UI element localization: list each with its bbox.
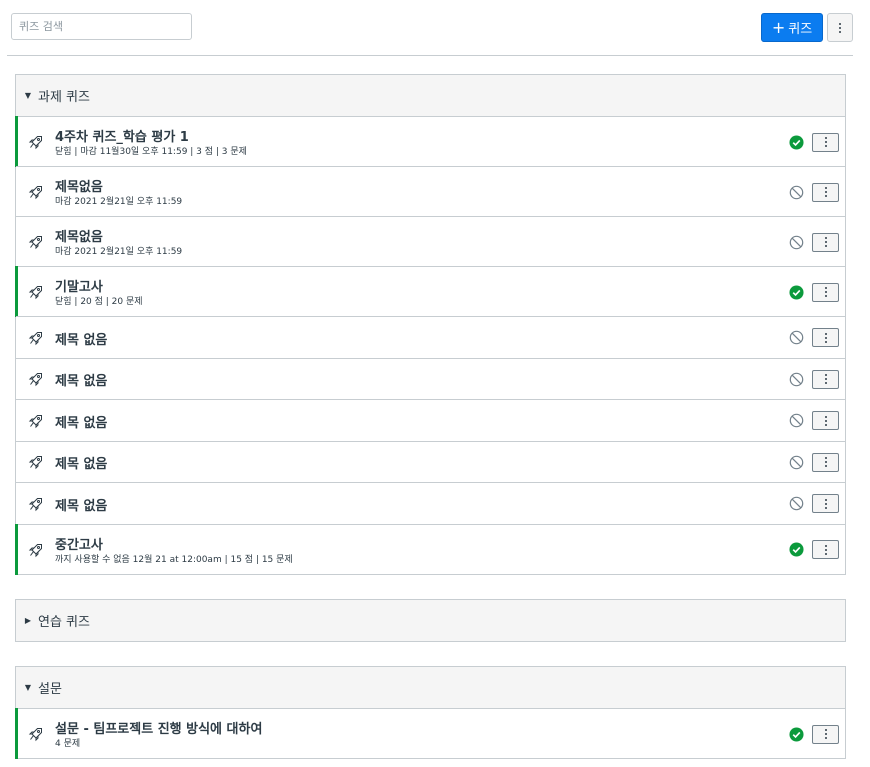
section-title: 설문 xyxy=(38,682,62,697)
kebab-icon xyxy=(824,137,827,147)
unpublished-ban-icon[interactable] xyxy=(789,496,804,511)
quiz-section: ▼ 설문설문 - 팀프로젝트 진행 방식에 대하여 4 문제 xyxy=(15,666,846,759)
quiz-meta: 마감 2021 2월21일 오후 11:59 xyxy=(55,197,183,207)
quiz-options-button[interactable] xyxy=(812,182,839,202)
caret-right-icon: ▶ xyxy=(24,616,32,625)
quiz-row[interactable]: 설문 - 팀프로젝트 진행 방식에 대하여 4 문제 xyxy=(15,708,845,759)
kebab-icon xyxy=(824,332,827,343)
unpublished-ban-icon[interactable] xyxy=(789,413,804,428)
kebab-icon xyxy=(824,237,827,247)
rocket-quiz-icon xyxy=(28,330,44,346)
rocket-quiz-icon xyxy=(28,371,44,387)
more-options-button[interactable] xyxy=(827,13,853,42)
unpublished-ban-icon[interactable] xyxy=(789,330,804,345)
rocket-quiz-icon xyxy=(28,542,44,558)
quiz-options-button[interactable] xyxy=(812,494,839,514)
plus-icon: + xyxy=(771,17,786,37)
rocket-quiz-icon xyxy=(28,284,44,300)
unpublished-ban-icon[interactable] xyxy=(789,235,804,250)
quiz-meta: 4 문제 xyxy=(55,739,81,749)
kebab-icon xyxy=(839,22,841,33)
quiz-row[interactable]: 제목없음마감 2021 2월21일 오후 11:59 xyxy=(16,166,845,216)
kebab-icon xyxy=(824,729,827,739)
quiz-title-link[interactable]: 설문 - 팀프로젝트 진행 방식에 대하여 xyxy=(55,718,262,737)
section-header[interactable]: ▼ 설문 xyxy=(16,667,845,708)
quiz-meta: 닫힘 | 마감 11월30일 오후 11:59 | 3 점 | 3 문제 xyxy=(55,147,247,157)
quiz-row[interactable]: 중간고사 까지 사용할 수 없음 12월 21 at 12:00am | 15 점… xyxy=(15,523,845,575)
kebab-icon xyxy=(824,187,827,197)
quiz-options-button[interactable] xyxy=(812,132,839,152)
quiz-section: ▼ 과제 퀴즈 4주차 퀴즈_학습 평가 1 닫힘 | 마감 11월30일 오후 11… xyxy=(15,74,846,575)
quiz-row[interactable]: 4주차 퀴즈_학습 평가 1 닫힘 | 마감 11월30일 오후 11:59 | … xyxy=(15,116,845,167)
quiz-row[interactable]: 기말고사닫힘 | 20 점 | 20 문제 xyxy=(15,266,845,317)
rocket-quiz-icon xyxy=(28,496,44,512)
section-title: 과제 퀴즈 xyxy=(38,90,90,105)
kebab-icon xyxy=(824,544,827,555)
quiz-meta: 마감 2021 2월21일 오후 11:59 xyxy=(55,247,183,257)
quiz-title-link[interactable]: 기말고사 xyxy=(55,276,103,295)
rocket-quiz-icon xyxy=(28,134,44,150)
quiz-options-button[interactable] xyxy=(812,369,839,389)
add-quiz-button[interactable]: + 퀴즈 xyxy=(761,13,823,42)
kebab-icon xyxy=(824,457,827,468)
kebab-icon xyxy=(824,498,827,509)
rocket-quiz-icon xyxy=(28,184,44,200)
quiz-title-link[interactable]: 제목 없음 xyxy=(55,495,107,514)
kebab-icon xyxy=(824,374,827,385)
quiz-row[interactable]: 제목 없음 xyxy=(16,440,845,482)
rocket-quiz-icon xyxy=(28,454,44,470)
quiz-title-link[interactable]: 제목 없음 xyxy=(55,412,107,431)
add-quiz-label: 퀴즈 xyxy=(788,22,813,37)
quiz-title-link[interactable]: 제목없음 xyxy=(55,176,103,195)
quiz-meta: 닫힘 | 20 점 | 20 문제 xyxy=(55,297,143,307)
quiz-options-button[interactable] xyxy=(812,724,839,744)
quiz-options-button[interactable] xyxy=(812,328,839,348)
quiz-row[interactable]: 제목 없음 xyxy=(16,316,845,358)
quiz-row[interactable]: 제목 없음 xyxy=(16,482,845,524)
caret-down-icon: ▼ xyxy=(24,91,32,100)
quiz-title-link[interactable]: 제목 없음 xyxy=(55,370,107,389)
published-check-icon[interactable] xyxy=(789,284,804,300)
quiz-section: ▶ 연습 퀴즈 xyxy=(15,599,846,642)
quiz-row[interactable]: 제목 없음 xyxy=(16,357,845,399)
quiz-row[interactable]: 제목 없음 xyxy=(16,399,845,441)
quiz-options-button[interactable] xyxy=(812,411,839,431)
quiz-options-button[interactable] xyxy=(812,282,839,302)
published-check-icon[interactable] xyxy=(789,542,804,557)
unpublished-ban-icon[interactable] xyxy=(789,372,804,387)
toolbar-divider xyxy=(7,55,853,56)
caret-down-icon: ▼ xyxy=(24,683,32,692)
section-title: 연습 퀴즈 xyxy=(38,615,90,630)
quiz-options-button[interactable] xyxy=(812,232,839,252)
unpublished-ban-icon[interactable] xyxy=(789,455,804,470)
quiz-title-link[interactable]: 제목없음 xyxy=(55,226,103,245)
top-toolbar: + 퀴즈 xyxy=(0,0,870,56)
section-header[interactable]: ▼ 과제 퀴즈 xyxy=(16,75,845,116)
quiz-meta: 까지 사용할 수 없음 12월 21 at 12:00am | 15 점 | 1… xyxy=(55,554,293,565)
rocket-quiz-icon xyxy=(28,726,44,742)
quiz-title-link[interactable]: 제목 없음 xyxy=(55,329,107,348)
quiz-title-link[interactable]: 4주차 퀴즈_학습 평가 1 xyxy=(55,126,189,145)
published-check-icon[interactable] xyxy=(789,726,804,742)
search-input[interactable] xyxy=(11,13,192,40)
kebab-icon xyxy=(824,415,827,426)
quiz-title-link[interactable]: 중간고사 xyxy=(55,534,103,553)
quiz-options-button[interactable] xyxy=(812,540,839,559)
quiz-title-link[interactable]: 제목 없음 xyxy=(55,453,107,472)
rocket-quiz-icon xyxy=(28,413,44,429)
rocket-quiz-icon xyxy=(28,234,44,250)
section-header[interactable]: ▶ 연습 퀴즈 xyxy=(16,600,845,641)
quiz-options-button[interactable] xyxy=(812,452,839,472)
published-check-icon[interactable] xyxy=(789,134,804,150)
kebab-icon xyxy=(824,287,827,297)
quiz-row[interactable]: 제목없음마감 2021 2월21일 오후 11:59 xyxy=(16,216,845,266)
unpublished-ban-icon[interactable] xyxy=(789,185,804,200)
